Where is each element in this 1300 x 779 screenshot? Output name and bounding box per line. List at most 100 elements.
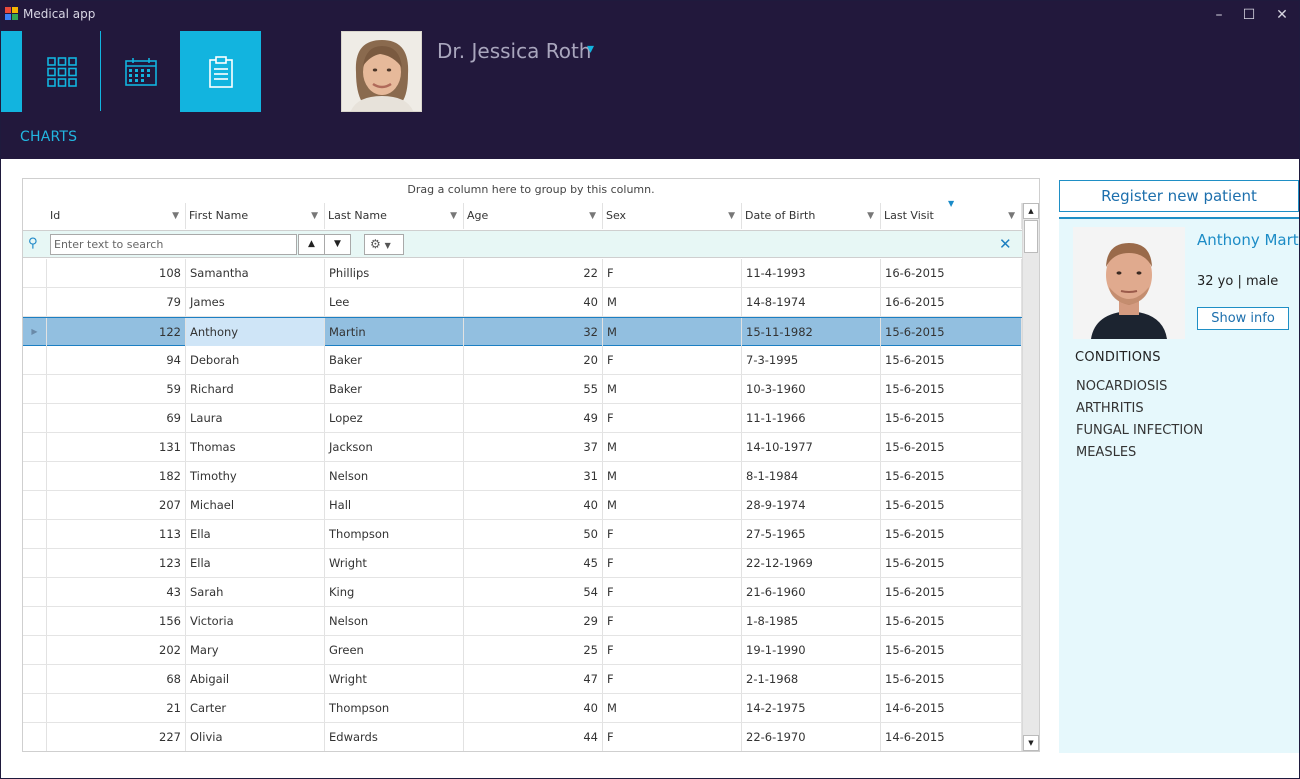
table-cell-last[interactable]: Nelson	[325, 462, 464, 490]
column-header-id[interactable]: Id ▼	[47, 203, 186, 229]
table-cell-sex[interactable]: M	[603, 694, 742, 722]
table-cell-dob[interactable]: 7-3-1995	[742, 346, 881, 374]
table-row[interactable]: 207 Michael Hall 40 M 28-9-1974 15-6-2015	[23, 491, 1022, 520]
table-cell-first[interactable]: Ella	[186, 549, 325, 577]
row-indicator[interactable]	[23, 491, 47, 519]
table-cell-age[interactable]: 47	[464, 665, 603, 693]
table-cell-sex[interactable]: F	[603, 607, 742, 635]
table-cell-sex[interactable]: M	[603, 375, 742, 403]
table-cell-first[interactable]: Sarah	[186, 578, 325, 606]
table-cell-last[interactable]: Baker	[325, 375, 464, 403]
table-cell-age[interactable]: 37	[464, 433, 603, 461]
filter-icon[interactable]: ▼	[728, 203, 735, 229]
doctor-avatar[interactable]	[341, 31, 422, 112]
table-cell-first[interactable]: Mary	[186, 636, 325, 664]
table-row[interactable]: 156 Victoria Nelson 29 F 1-8-1985 15-6-2015	[23, 607, 1022, 636]
table-cell-age[interactable]: 40	[464, 288, 603, 316]
table-cell-last[interactable]: Nelson	[325, 607, 464, 635]
table-cell-age[interactable]: 44	[464, 723, 603, 751]
table-cell-id[interactable]: 59	[47, 375, 186, 403]
filter-icon[interactable]: ▼	[311, 203, 318, 229]
table-cell-first[interactable]: Laura	[186, 404, 325, 432]
row-indicator[interactable]	[23, 433, 47, 461]
table-cell-id[interactable]: 79	[47, 288, 186, 316]
table-cell-dob[interactable]: 14-2-1975	[742, 694, 881, 722]
table-cell-id[interactable]: 68	[47, 665, 186, 693]
table-cell-sex[interactable]: F	[603, 578, 742, 606]
table-cell-visit[interactable]: 15-6-2015	[881, 375, 1022, 403]
table-row[interactable]: 68 Abigail Wright 47 F 2-1-1968 15-6-2015	[23, 665, 1022, 694]
table-cell-last[interactable]: Edwards	[325, 723, 464, 751]
table-cell-last[interactable]: Wright	[325, 549, 464, 577]
show-info-button[interactable]: Show info	[1197, 307, 1289, 330]
table-cell-sex[interactable]: F	[603, 665, 742, 693]
table-cell-age[interactable]: 32	[464, 318, 603, 346]
maximize-button[interactable]: ☐	[1238, 5, 1260, 25]
table-cell-id[interactable]: 108	[47, 259, 186, 287]
table-cell-last[interactable]: Jackson	[325, 433, 464, 461]
table-cell-visit[interactable]: 16-6-2015	[881, 288, 1022, 316]
register-patient-button[interactable]: Register new patient	[1059, 180, 1299, 212]
find-next-button[interactable]: ▼	[324, 234, 351, 255]
table-row[interactable]: 108 Samantha Phillips 22 F 11-4-1993 16-6-2015	[23, 259, 1022, 288]
table-row[interactable]: 123 Ella Wright 45 F 22-12-1969 15-6-2015	[23, 549, 1022, 578]
table-cell-dob[interactable]: 1-8-1985	[742, 607, 881, 635]
table-cell-last[interactable]: Lee	[325, 288, 464, 316]
table-cell-visit[interactable]: 15-6-2015	[881, 636, 1022, 664]
chevron-down-icon[interactable]: ▾	[587, 41, 594, 57]
table-cell-first[interactable]: Timothy	[186, 462, 325, 490]
table-cell-age[interactable]: 54	[464, 578, 603, 606]
table-cell-visit[interactable]: 15-6-2015	[881, 665, 1022, 693]
row-indicator[interactable]	[23, 520, 47, 548]
table-cell-age[interactable]: 31	[464, 462, 603, 490]
row-indicator[interactable]	[23, 346, 47, 374]
table-cell-id[interactable]: 94	[47, 346, 186, 374]
table-cell-age[interactable]: 45	[464, 549, 603, 577]
table-cell-id[interactable]: 227	[47, 723, 186, 751]
row-indicator[interactable]: ▶	[23, 318, 47, 346]
table-cell-age[interactable]: 40	[464, 491, 603, 519]
table-cell-first[interactable]: Ella	[186, 520, 325, 548]
table-cell-visit[interactable]: 14-6-2015	[881, 723, 1022, 751]
table-cell-visit[interactable]: 15-6-2015	[881, 549, 1022, 577]
table-cell-last[interactable]: Wright	[325, 665, 464, 693]
table-cell-first[interactable]: Olivia	[186, 723, 325, 751]
column-header-date-of-birth[interactable]: Date of Birth ▼	[742, 203, 881, 229]
table-cell-first[interactable]: Anthony	[186, 318, 325, 346]
table-cell-first[interactable]: Carter	[186, 694, 325, 722]
table-cell-age[interactable]: 55	[464, 375, 603, 403]
table-cell-first[interactable]: Thomas	[186, 433, 325, 461]
table-cell-visit[interactable]: 15-6-2015	[881, 520, 1022, 548]
table-cell-id[interactable]: 21	[47, 694, 186, 722]
table-cell-age[interactable]: 40	[464, 694, 603, 722]
table-cell-sex[interactable]: M	[603, 288, 742, 316]
row-indicator[interactable]	[23, 259, 47, 287]
table-cell-id[interactable]: 123	[47, 549, 186, 577]
table-cell-dob[interactable]: 28-9-1974	[742, 491, 881, 519]
search-input[interactable]	[50, 234, 297, 255]
row-indicator[interactable]	[23, 723, 47, 751]
table-cell-dob[interactable]: 27-5-1965	[742, 520, 881, 548]
table-cell-last[interactable]: Lopez	[325, 404, 464, 432]
table-cell-sex[interactable]: M	[603, 318, 742, 346]
table-cell-sex[interactable]: M	[603, 433, 742, 461]
table-row[interactable]: 202 Mary Green 25 F 19-1-1990 15-6-2015	[23, 636, 1022, 665]
close-icon[interactable]: ✕	[999, 235, 1012, 253]
table-cell-dob[interactable]: 8-1-1984	[742, 462, 881, 490]
table-cell-sex[interactable]: F	[603, 259, 742, 287]
table-cell-last[interactable]: Baker	[325, 346, 464, 374]
table-cell-last[interactable]: Martin	[325, 318, 464, 346]
table-row[interactable]: 94 Deborah Baker 20 F 7-3-1995 15-6-2015	[23, 346, 1022, 375]
table-row[interactable]: 182 Timothy Nelson 31 M 8-1-1984 15-6-2015	[23, 462, 1022, 491]
title-bar[interactable]: Medical app – ☐ ✕	[1, 1, 1299, 29]
filter-icon[interactable]: ▼	[589, 203, 596, 229]
table-cell-sex[interactable]: F	[603, 404, 742, 432]
table-cell-first[interactable]: Samantha	[186, 259, 325, 287]
row-indicator[interactable]	[23, 578, 47, 606]
table-cell-id[interactable]: 69	[47, 404, 186, 432]
table-cell-visit[interactable]: 15-6-2015	[881, 404, 1022, 432]
table-cell-id[interactable]: 131	[47, 433, 186, 461]
table-cell-dob[interactable]: 14-8-1974	[742, 288, 881, 316]
filter-icon[interactable]: ▼	[172, 203, 179, 229]
column-header-last-name[interactable]: Last Name ▼	[325, 203, 464, 229]
